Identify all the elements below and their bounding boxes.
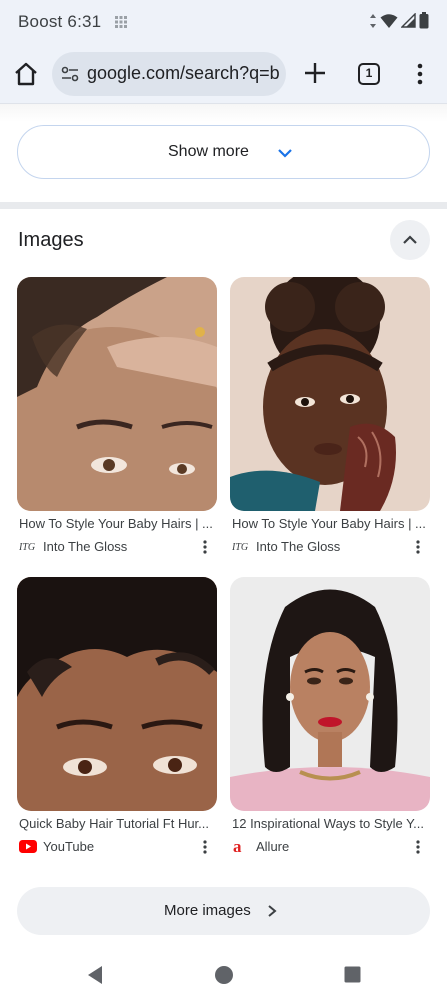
svg-text:ITG: ITG [232, 542, 248, 552]
image-source[interactable]: a Allure [232, 838, 289, 854]
address-bar[interactable]: google.com/search?q=b [52, 52, 286, 96]
portrait-photo-3 [17, 577, 217, 811]
image-title[interactable]: 12 Inspirational Ways to Style Y... [232, 816, 442, 831]
status-bar: Boost 6:31 [0, 0, 447, 44]
allure-logo: a [232, 838, 252, 854]
data-arrows-icon [370, 13, 376, 28]
more-vert-icon[interactable] [414, 539, 422, 555]
status-carrier-time: Boost 6:31 [18, 12, 101, 32]
svg-text:a: a [233, 838, 242, 854]
portrait-photo-1 [17, 277, 217, 511]
home-circle-icon[interactable] [214, 965, 234, 985]
chevron-right-icon [268, 905, 277, 917]
more-vert-icon[interactable] [201, 539, 209, 555]
portrait-photo-2 [230, 277, 430, 511]
carrier-name: Boost [18, 12, 63, 31]
url-text[interactable]: google.com/search?q=b [87, 63, 280, 84]
wifi-icon [380, 13, 398, 28]
more-vert-icon[interactable] [410, 61, 430, 87]
image-title[interactable]: Quick Baby Hair Tutorial Ft Hur... [19, 816, 229, 831]
svg-text:ITG: ITG [19, 542, 35, 552]
system-navigation-bar [0, 952, 447, 1000]
clock-time: 6:31 [67, 12, 102, 31]
more-vert-icon[interactable] [201, 839, 209, 855]
into-the-gloss-logo: ITG [232, 539, 252, 553]
image-title[interactable]: How To Style Your Baby Hairs | ... [232, 516, 442, 531]
section-divider [0, 202, 447, 209]
source-name: Into The Gloss [43, 538, 128, 554]
collapse-images-button[interactable] [390, 220, 430, 260]
tab-count: 1 [365, 66, 373, 80]
source-name: YouTube [43, 838, 95, 854]
battery-icon [419, 12, 429, 29]
show-more-button[interactable]: Show more [17, 125, 430, 179]
into-the-gloss-logo: ITG [19, 539, 39, 553]
home-icon[interactable] [12, 60, 40, 88]
image-source[interactable]: ITG Into The Gloss [232, 538, 340, 554]
notification-grid-icon [115, 16, 127, 28]
image-thumbnail[interactable] [17, 277, 217, 511]
plus-icon[interactable] [302, 60, 328, 86]
site-settings-icon[interactable] [60, 64, 80, 84]
show-more-label: Show more [168, 143, 249, 160]
chevron-up-icon [403, 235, 417, 244]
browser-toolbar: google.com/search?q=b 1 [0, 44, 447, 104]
tab-switcher-button[interactable]: 1 [358, 63, 380, 85]
more-images-button[interactable]: More images [17, 887, 430, 935]
search-results: Show more Images How To Style Your Baby … [0, 104, 447, 952]
image-thumbnail[interactable] [230, 277, 430, 511]
status-icons [369, 12, 429, 29]
recents-icon[interactable] [344, 966, 361, 983]
source-name: Into The Gloss [256, 538, 341, 554]
signal-icon [401, 13, 416, 28]
images-section-title: Images [18, 229, 84, 251]
more-vert-icon[interactable] [414, 839, 422, 855]
image-thumbnail[interactable] [230, 577, 430, 811]
image-title[interactable]: How To Style Your Baby Hairs | ... [19, 516, 229, 531]
image-source[interactable]: ITG Into The Gloss [19, 538, 127, 554]
back-icon[interactable] [86, 965, 104, 985]
more-images-label: More images [164, 902, 251, 919]
previous-result-fade [0, 104, 447, 122]
youtube-icon [19, 839, 39, 853]
image-source[interactable]: YouTube [19, 838, 94, 854]
source-name: Allure [256, 838, 290, 854]
image-thumbnail[interactable] [17, 577, 217, 811]
chevron-down-icon [278, 149, 292, 158]
portrait-photo-4 [230, 577, 430, 811]
